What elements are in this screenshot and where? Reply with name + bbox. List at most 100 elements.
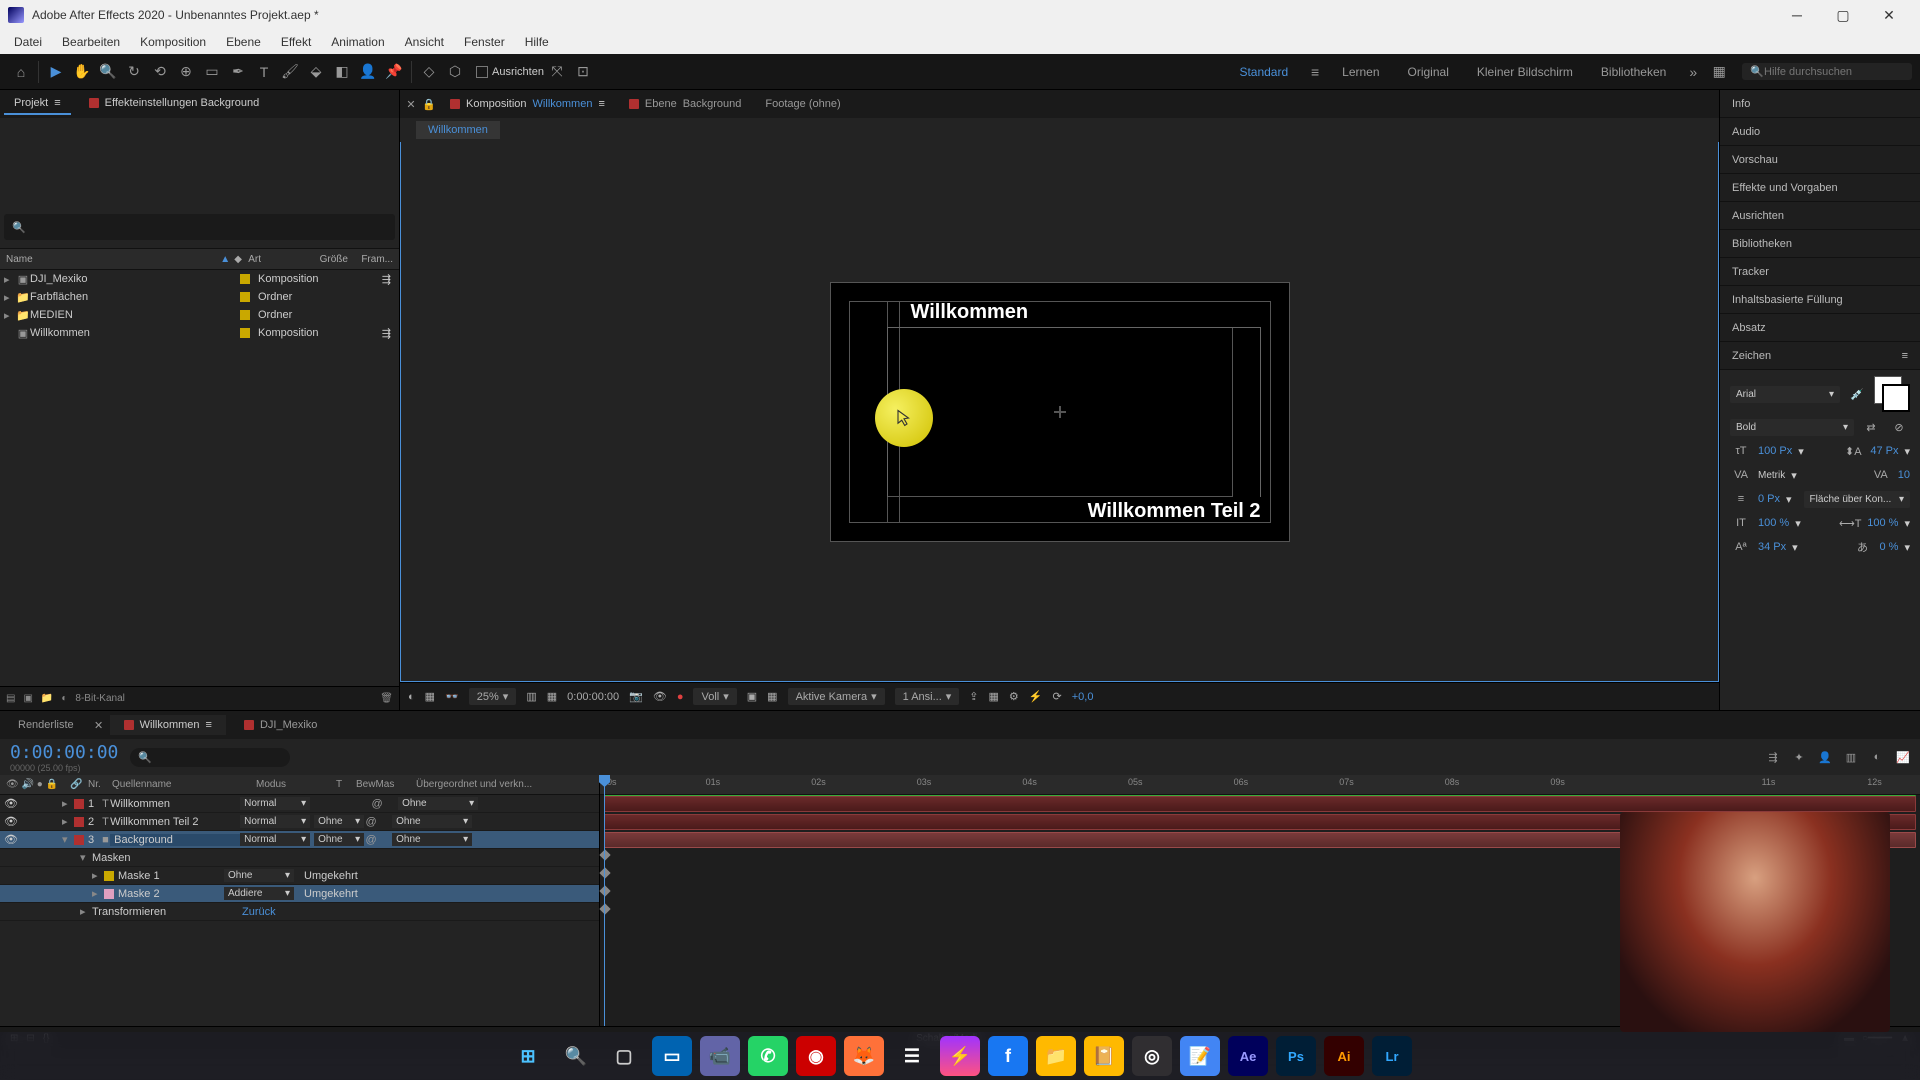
hscale-value[interactable]: 100 % [1867, 517, 1898, 529]
close-tab-icon[interactable]: ✕ [92, 718, 106, 732]
taskbar-search[interactable]: 🔍 [556, 1036, 596, 1076]
panel-audio[interactable]: Audio [1720, 118, 1920, 146]
taskbar-whatsapp[interactable]: ✆ [748, 1036, 788, 1076]
panel-tracker[interactable]: Tracker [1720, 258, 1920, 286]
camera-select[interactable]: Aktive Kamera▾ [788, 688, 885, 705]
3d-icon[interactable]: ▦ [989, 690, 999, 703]
parent-select[interactable]: Ohne▾ [392, 833, 472, 846]
taskbar-app[interactable]: 📹 [700, 1036, 740, 1076]
orbit-tool-icon[interactable]: ↻ [121, 59, 147, 85]
layer-color-swatch[interactable] [74, 835, 84, 845]
flowchart-icon[interactable]: ⇶ [382, 273, 391, 286]
roto-tool-icon[interactable]: 👤 [355, 59, 381, 85]
window-close[interactable]: ✕ [1866, 0, 1912, 30]
workspace-original[interactable]: Original [1394, 54, 1463, 90]
window-minimize[interactable]: ─ [1774, 0, 1820, 30]
eraser-tool-icon[interactable]: ◧ [329, 59, 355, 85]
mask-mode-select[interactable]: Ohne▾ [224, 869, 294, 882]
views-select[interactable]: 1 Ansi...▾ [895, 688, 960, 705]
channel-icon[interactable]: ▦ [425, 690, 435, 703]
blend-mode-select[interactable]: Normal▾ [240, 797, 310, 810]
taskbar-explorer[interactable]: 📁 [1036, 1036, 1076, 1076]
motion-blur-icon[interactable]: ◐ [1870, 750, 1884, 764]
grid-icon[interactable]: ▦ [547, 690, 557, 703]
bpc-toggle[interactable]: 8-Bit-Kanal [75, 693, 124, 704]
workspace-menu-icon[interactable]: ≡ [1302, 59, 1328, 85]
new-comp-icon[interactable]: ▣ [23, 693, 32, 704]
workspace-small[interactable]: Kleiner Bildschirm [1463, 54, 1587, 90]
exposure-value[interactable]: +0,0 [1072, 691, 1094, 703]
selection-tool-icon[interactable]: ▶ [43, 59, 69, 85]
home-tool-icon[interactable]: ⌂ [8, 59, 34, 85]
layer-bar[interactable] [604, 796, 1916, 812]
brush-tool-icon[interactable]: 🖌 [277, 59, 303, 85]
shy-icon[interactable]: 👤 [1818, 750, 1832, 764]
tab-composition[interactable]: Komposition Willkommen ≡ [440, 94, 615, 114]
taskbar-app[interactable]: 📔 [1084, 1036, 1124, 1076]
snapping-icon[interactable]: ⤧ [544, 59, 570, 85]
flowchart-icon[interactable]: ⇶ [382, 327, 391, 340]
taskbar-photoshop[interactable]: Ps [1276, 1036, 1316, 1076]
shape-tool-icon[interactable]: ▭ [199, 59, 225, 85]
panel-align[interactable]: Ausrichten [1720, 202, 1920, 230]
taskbar-obs[interactable]: ◎ [1132, 1036, 1172, 1076]
stroke-mode-select[interactable]: Fläche über Kon...▾ [1804, 491, 1910, 508]
zoom-tool-icon[interactable]: 🔍 [95, 59, 121, 85]
panel-info[interactable]: Info [1720, 90, 1920, 118]
layer-color-swatch[interactable] [74, 817, 84, 827]
panel-preview[interactable]: Vorschau [1720, 146, 1920, 174]
pickwhip-icon[interactable]: @ [364, 815, 378, 829]
menu-edit[interactable]: Bearbeiten [52, 30, 130, 54]
trkmat-select[interactable]: Ohne▾ [314, 815, 364, 828]
frame-blend-icon[interactable]: ▥ [1844, 750, 1858, 764]
menu-window[interactable]: Fenster [454, 30, 515, 54]
pickwhip-icon[interactable]: @ [364, 833, 378, 847]
tab-layer[interactable]: Ebene Background [619, 94, 752, 114]
layer-color-swatch[interactable] [74, 799, 84, 809]
tracking-value[interactable]: 10 [1898, 469, 1910, 481]
tab-render-queue[interactable]: Renderliste [4, 715, 88, 735]
menu-animation[interactable]: Animation [321, 30, 394, 54]
tab-timeline-dji[interactable]: DJI_Mexiko [230, 715, 331, 735]
font-style-select[interactable]: Bold▾ [1730, 419, 1854, 436]
col-size[interactable]: Größe [314, 254, 356, 265]
panel-character[interactable]: Zeichen≡ [1720, 342, 1920, 370]
alpha-icon[interactable]: ◐ [408, 691, 415, 703]
menu-effect[interactable]: Effekt [271, 30, 321, 54]
roi-icon[interactable]: ▣ [747, 690, 757, 703]
snap-tool-icon[interactable]: ◇ [416, 59, 442, 85]
project-item[interactable]: ▣ Willkommen Komposition ⇶ [0, 324, 399, 342]
visibility-toggle[interactable]: 👁 [0, 797, 14, 810]
tsume-value[interactable]: 0 % [1880, 541, 1899, 553]
snapping2-icon[interactable]: ⊡ [570, 59, 596, 85]
project-item[interactable]: ▸📁 Farbflächen Ordner [0, 288, 399, 306]
taskbar-app[interactable]: ☰ [892, 1036, 932, 1076]
timeline-search[interactable]: 🔍 [130, 748, 290, 767]
project-search[interactable]: 🔍 [4, 214, 395, 240]
stroke-color[interactable] [1882, 384, 1910, 412]
parent-select[interactable]: Ohne▾ [398, 797, 478, 810]
layer-row[interactable]: 👁 ▾ 3 ■ Background Normal▾ Ohne▾ @ Ohne▾ [0, 831, 599, 849]
hand-tool-icon[interactable]: ✋ [69, 59, 95, 85]
tab-footage[interactable]: Footage (ohne) [755, 94, 850, 114]
snap2-tool-icon[interactable]: ⬡ [442, 59, 468, 85]
menu-layer[interactable]: Ebene [216, 30, 271, 54]
text-tool-icon[interactable]: T [251, 59, 277, 85]
mask-row[interactable]: ▸ Maske 2 Addiere▾ Umgekehrt [0, 885, 599, 903]
menu-file[interactable]: Datei [4, 30, 52, 54]
adjustment-icon[interactable]: ◐ [61, 693, 67, 704]
tab-project[interactable]: Projekt ≡ [4, 93, 71, 115]
start-button[interactable]: ⊞ [508, 1036, 548, 1076]
panel-menu-icon[interactable]: ≡ [1902, 350, 1908, 362]
blend-mode-select[interactable]: Normal▾ [240, 833, 310, 846]
mask-row[interactable]: ▸ Maske 1 Ohne▾ Umgekehrt [0, 867, 599, 885]
tab-timeline-comp[interactable]: Willkommen≡ [110, 715, 226, 735]
playhead[interactable] [604, 775, 605, 1026]
stroke-width-value[interactable]: 0 Px [1758, 493, 1780, 505]
project-item[interactable]: ▸📁 MEDIEN Ordner [0, 306, 399, 324]
show-snapshot-icon[interactable]: 👁 [653, 690, 667, 703]
transparency-icon[interactable]: ▦ [767, 690, 777, 703]
workspace-learn[interactable]: Lernen [1328, 54, 1393, 90]
reset-exposure-icon[interactable]: ⟳ [1053, 690, 1062, 703]
taskbar-app[interactable]: ▭ [652, 1036, 692, 1076]
